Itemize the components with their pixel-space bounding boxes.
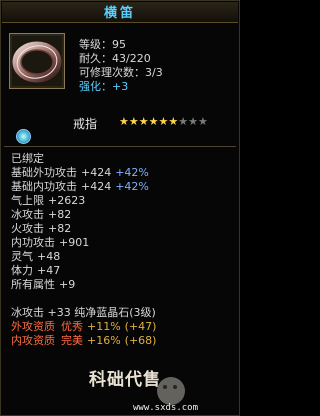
attribute-name: 基础内功攻击 <box>11 180 77 193</box>
attribute-value: +82 <box>48 222 72 235</box>
attribute-value: +82 <box>48 208 72 221</box>
attribute-bonus: +42% <box>115 166 149 179</box>
quality-grade: 完美 <box>61 334 83 347</box>
bound-status: 已绑定 <box>11 152 44 165</box>
star-empty-icon: ★ <box>198 115 208 128</box>
star-filled-icon: ★ <box>158 115 169 128</box>
tooltip-title-bar: 横笛 <box>2 2 238 23</box>
watermark-url: www.sxds.com <box>133 403 199 413</box>
item-type: 戒指 <box>73 117 98 131</box>
attribute-name: 内功攻击 <box>11 236 55 249</box>
attribute-name: 灵气 <box>11 250 33 263</box>
strengthen-label: 强化： <box>79 80 112 93</box>
star-empty-icon: ★ <box>178 115 189 128</box>
attribute-value: +47 <box>37 264 61 277</box>
attribute-row: 体力 +47 <box>11 264 60 278</box>
attribute-name: 所有属性 <box>11 278 55 291</box>
attribute-bonus: +42% <box>115 180 149 193</box>
attribute-value: +48 <box>37 250 61 263</box>
item-name: 横笛 <box>103 6 136 21</box>
attribute-row: 气上限 +2623 <box>11 194 85 208</box>
attribute-row: 内功攻击 +901 <box>11 236 89 250</box>
attribute-value: +424 <box>81 166 112 179</box>
quality-row: 内攻资质 完美 +16% (+68) <box>11 334 156 348</box>
quality-label: 内攻资质 <box>11 334 55 347</box>
strengthen-value: +3 <box>112 80 129 93</box>
attribute-name: 体力 <box>11 264 33 277</box>
watermark-text: 科础代售 <box>89 370 161 390</box>
quality-row: 外攻资质 优秀 +11% (+47) <box>11 320 156 334</box>
attribute-value: +9 <box>59 278 76 291</box>
gem-socket-line: 冰攻击 +33 纯净蓝晶石(3级) <box>11 306 156 319</box>
star-filled-icon: ★ <box>119 115 129 128</box>
bound-gem-icon <box>16 129 31 144</box>
attribute-value: +2623 <box>48 194 86 207</box>
attribute-row: 基础内功攻击 +424 +42% <box>11 180 149 194</box>
attribute-row: 所有属性 +9 <box>11 278 75 292</box>
star-rating: ★★★★★★★★★ <box>119 115 208 128</box>
repair-count-text: 可修理次数：3/3 <box>79 66 163 79</box>
attribute-value: +901 <box>59 236 90 249</box>
quality-percent: +11% <box>87 320 121 333</box>
attribute-row: 灵气 +48 <box>11 250 60 264</box>
quality-grade: 优秀 <box>61 320 83 333</box>
quality-percent: +16% <box>87 334 121 347</box>
star-filled-icon: ★ <box>168 115 179 128</box>
quality-label: 外攻资质 <box>11 320 55 333</box>
star-filled-icon: ★ <box>128 115 139 128</box>
attribute-row: 冰攻击 +82 <box>11 208 71 222</box>
durability-text: 耐久：43/220 <box>79 52 151 65</box>
item-tooltip: 横笛 等级：95 耐久：43/220 可修理次数：3/3 强化：+3 戒指 ★★… <box>0 0 240 416</box>
quality-bonus: (+47) <box>124 320 157 333</box>
star-empty-icon: ★ <box>188 115 198 128</box>
strengthen-row: 强化：+3 <box>79 80 128 94</box>
level-text: 等级：95 <box>79 38 126 51</box>
quality-bonus: (+68) <box>124 334 157 347</box>
attribute-row: 火攻击 +82 <box>11 222 71 236</box>
attribute-row: 基础外功攻击 +424 +42% <box>11 166 149 180</box>
star-filled-icon: ★ <box>148 115 159 128</box>
attribute-value: +424 <box>81 180 112 193</box>
star-filled-icon: ★ <box>138 115 149 128</box>
ring-icon <box>9 33 65 89</box>
attribute-name: 冰攻击 <box>11 208 44 221</box>
divider <box>4 146 236 147</box>
attribute-name: 气上限 <box>11 194 44 207</box>
attribute-name: 火攻击 <box>11 222 44 235</box>
attribute-name: 基础外功攻击 <box>11 166 77 179</box>
